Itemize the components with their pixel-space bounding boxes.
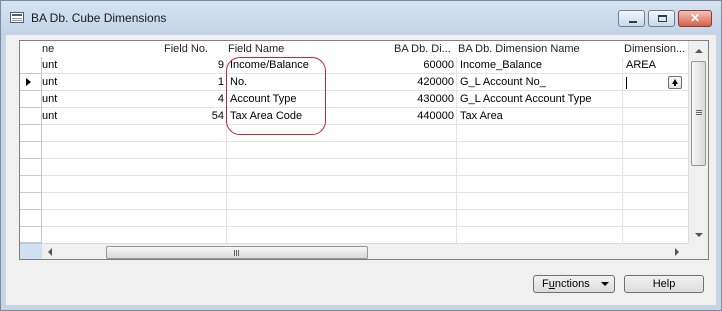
row-selector-footer bbox=[20, 243, 42, 259]
vertical-scroll-thumb[interactable] bbox=[691, 61, 706, 166]
table-cell[interactable]: unt bbox=[42, 110, 82, 122]
text-cursor bbox=[626, 77, 627, 89]
vertical-scrollbar[interactable] bbox=[688, 41, 708, 243]
column-header-field-name[interactable]: Field Name bbox=[228, 43, 388, 55]
empty-row[interactable] bbox=[20, 142, 688, 159]
dropdown-arrow-icon bbox=[601, 282, 609, 286]
field-name-highlight-annotation bbox=[226, 57, 326, 135]
scroll-left-icon[interactable] bbox=[48, 248, 52, 256]
table-row[interactable]: unt 1 No. 420000 G_L Account No_ bbox=[20, 74, 688, 91]
form-icon bbox=[10, 12, 24, 23]
row-selector[interactable] bbox=[20, 74, 42, 91]
help-button[interactable]: Help bbox=[624, 275, 704, 293]
window-title: BA Db. Cube Dimensions bbox=[31, 11, 167, 25]
field-no-cell[interactable]: 9 bbox=[170, 59, 224, 71]
scroll-up-icon[interactable] bbox=[695, 49, 703, 53]
empty-row[interactable] bbox=[20, 210, 688, 227]
close-icon: ✕ bbox=[689, 11, 701, 25]
scroll-right-icon[interactable] bbox=[675, 248, 679, 256]
functions-button-label: Functions bbox=[542, 276, 590, 292]
horizontal-scroll-thumb[interactable] bbox=[106, 246, 368, 259]
dimension-code-cell[interactable]: 430000 bbox=[390, 93, 454, 105]
minimize-icon bbox=[629, 21, 637, 23]
dimension-code-cell[interactable]: 420000 bbox=[390, 76, 454, 88]
grid-header: ne Field No. Field Name BA Db. Di... BA … bbox=[20, 41, 688, 57]
scrollbar-corner bbox=[688, 243, 708, 259]
current-row-arrow-icon bbox=[26, 78, 31, 86]
empty-row[interactable] bbox=[20, 176, 688, 193]
dialog-body: ne Field No. Field Name BA Db. Di... BA … bbox=[6, 35, 716, 305]
lookup-arrow-stem bbox=[674, 83, 676, 86]
dimensions-grid[interactable]: ne Field No. Field Name BA Db. Di... BA … bbox=[19, 40, 709, 260]
row-selector[interactable] bbox=[20, 193, 42, 210]
field-no-cell[interactable]: 4 bbox=[170, 93, 224, 105]
table-row[interactable]: unt 9 Income/Balance 60000 Income_Balanc… bbox=[20, 57, 688, 74]
column-header-dimension-code[interactable]: BA Db. Di... bbox=[394, 43, 456, 55]
row-selector[interactable] bbox=[20, 142, 42, 159]
lookup-button[interactable] bbox=[668, 76, 682, 89]
empty-row[interactable] bbox=[20, 227, 688, 243]
column-header-dimension[interactable]: Dimension... bbox=[624, 43, 688, 55]
row-selector[interactable] bbox=[20, 125, 42, 142]
table-cell[interactable]: unt bbox=[42, 93, 82, 105]
functions-button[interactable]: Functions bbox=[533, 275, 615, 293]
maximize-button[interactable] bbox=[648, 10, 675, 27]
table-cell[interactable]: unt bbox=[42, 59, 82, 71]
row-selector[interactable] bbox=[20, 159, 42, 176]
field-no-cell[interactable]: 54 bbox=[170, 110, 224, 122]
dialog-window: BA Db. Cube Dimensions ✕ ne Field No. Fi… bbox=[0, 0, 722, 311]
table-cell[interactable]: unt bbox=[42, 76, 82, 88]
title-bar[interactable]: BA Db. Cube Dimensions ✕ bbox=[1, 1, 721, 35]
row-selector[interactable] bbox=[20, 57, 42, 74]
field-no-cell[interactable]: 1 bbox=[170, 76, 224, 88]
row-selector[interactable] bbox=[20, 227, 42, 243]
dimension-name-cell[interactable]: G_L Account Account Type bbox=[460, 93, 620, 105]
column-header-table[interactable]: ne bbox=[42, 43, 82, 55]
row-selector[interactable] bbox=[20, 210, 42, 227]
close-button[interactable]: ✕ bbox=[678, 10, 712, 27]
empty-row[interactable] bbox=[20, 159, 688, 176]
horizontal-scrollbar[interactable] bbox=[42, 243, 688, 259]
dimension-name-cell[interactable]: G_L Account No_ bbox=[460, 76, 620, 88]
dimension-name-cell[interactable]: Tax Area bbox=[460, 110, 620, 122]
empty-row[interactable] bbox=[20, 193, 688, 210]
dimension-cell[interactable]: AREA bbox=[626, 59, 686, 71]
dimension-code-cell[interactable]: 60000 bbox=[390, 59, 454, 71]
functions-label-start: F bbox=[542, 278, 549, 290]
column-header-dimension-name[interactable]: BA Db. Dimension Name bbox=[458, 43, 618, 55]
row-selector[interactable] bbox=[20, 108, 42, 125]
row-selector[interactable] bbox=[20, 176, 42, 193]
dimension-name-cell[interactable]: Income_Balance bbox=[460, 59, 620, 71]
row-selector[interactable] bbox=[20, 91, 42, 108]
column-header-field-no[interactable]: Field No. bbox=[164, 43, 226, 55]
scroll-down-icon[interactable] bbox=[695, 233, 703, 237]
empty-row[interactable] bbox=[20, 125, 688, 142]
table-row[interactable]: unt 54 Tax Area Code 440000 Tax Area bbox=[20, 108, 688, 125]
functions-label-end: nctions bbox=[554, 278, 590, 290]
maximize-icon bbox=[658, 15, 667, 22]
dimension-code-cell[interactable]: 440000 bbox=[390, 110, 454, 122]
table-row[interactable]: unt 4 Account Type 430000 G_L Account Ac… bbox=[20, 91, 688, 108]
minimize-button[interactable] bbox=[618, 10, 645, 27]
